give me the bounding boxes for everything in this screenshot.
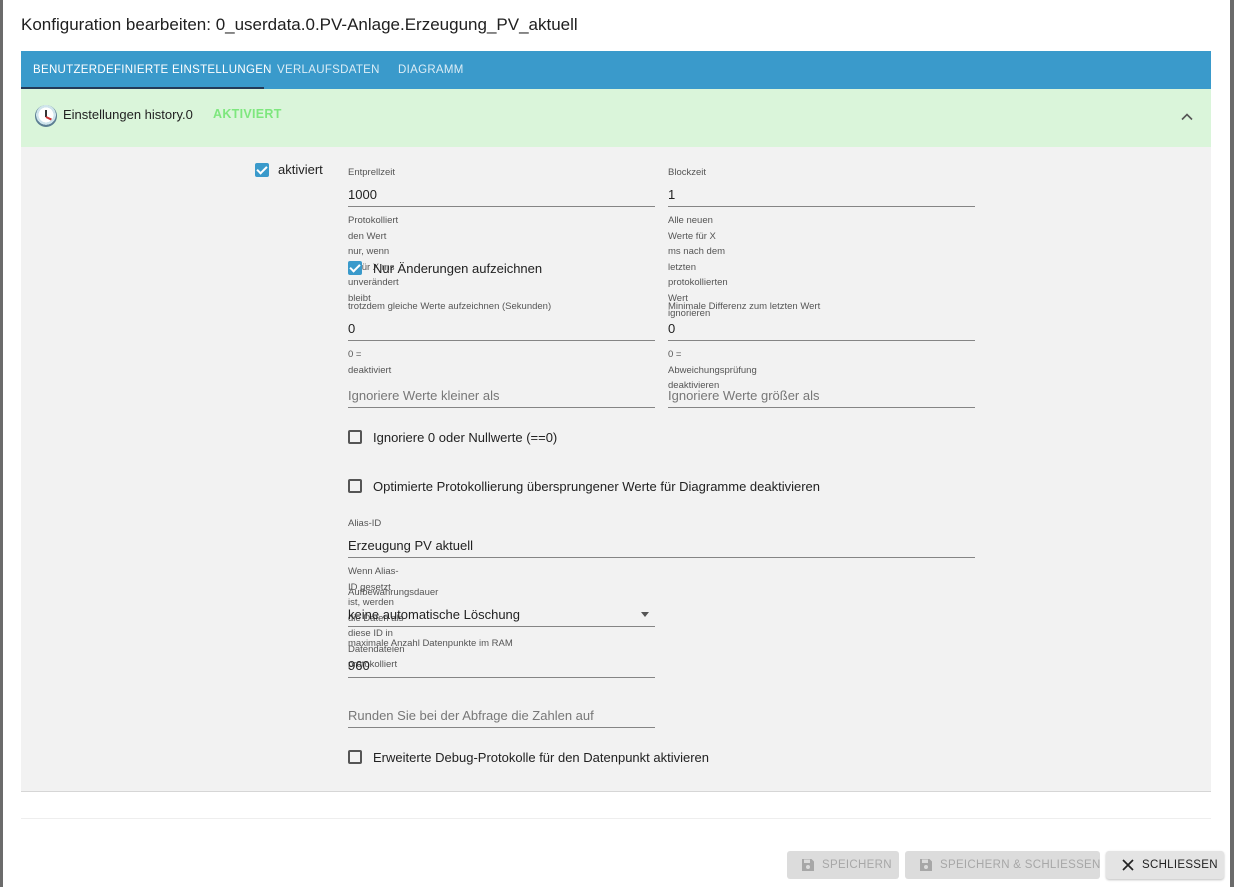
changes-relog-input[interactable]: 0 — [348, 321, 355, 336]
save-button-label: SPEICHERN — [822, 859, 892, 871]
round-input[interactable]: Runden Sie bei der Abfrage die Zahlen au… — [348, 708, 594, 723]
tab-bar: BENUTZERDEFINIERTE EINSTELLUNGEN VERLAUF… — [21, 51, 1211, 89]
history-icon — [35, 105, 57, 127]
close-button[interactable]: SCHLIESSEN — [1106, 851, 1224, 879]
ignore-below-underline — [348, 407, 655, 408]
footer-divider — [21, 818, 1211, 819]
retention-label: Aufbewahrungsdauer — [348, 587, 439, 598]
ignore-above-input[interactable]: Ignoriere Werte größer als — [668, 388, 820, 403]
max-length-underline — [348, 677, 655, 678]
save-close-button-label: SPEICHERN & SCHLIESSEN — [940, 859, 1101, 871]
debounce-label: Entprellzeit — [348, 167, 395, 178]
changes-relog-label: trotzdem gleiche Werte aufzeichnen (Seku… — [348, 301, 552, 312]
min-diff-help: 0 = Abweichungsprüfung deaktivieren — [668, 349, 757, 391]
enabled-label: aktiviert — [278, 162, 323, 177]
min-diff-underline — [668, 340, 975, 341]
panel-title: Einstellungen history.0 — [63, 107, 193, 122]
ignore-zero-checkbox[interactable] — [348, 430, 362, 444]
changes-only-label: Nur Änderungen aufzeichnen — [373, 261, 543, 276]
min-diff-input[interactable]: 0 — [668, 321, 675, 336]
close-icon — [1122, 859, 1134, 871]
config-dialog: Konfiguration bearbeiten: 0_userdata.0.P… — [3, 0, 1230, 887]
alias-id-label: Alias-ID — [348, 518, 382, 529]
debounce-underline — [348, 206, 655, 207]
min-diff-label: Minimale Differenz zum letzten Wert — [668, 301, 821, 312]
disable-skipped-checkbox[interactable] — [348, 479, 362, 493]
tab-history-data[interactable]: VERLAUFSDATEN — [265, 51, 392, 89]
disable-skipped-label: Optimierte Protokollierung übersprungene… — [373, 479, 821, 494]
debounce-input[interactable]: 1000 — [348, 187, 377, 202]
panel-header[interactable]: Einstellungen history.0 AKTIVIERT — [21, 89, 1211, 147]
retention-underline — [348, 626, 655, 627]
chevron-up-icon[interactable] — [1179, 109, 1195, 125]
blocktime-label: Blockzeit — [668, 167, 707, 178]
close-button-label: SCHLIESSEN — [1142, 859, 1218, 871]
status-badge: AKTIVIERT — [213, 107, 282, 121]
dropdown-arrow-icon[interactable] — [641, 612, 649, 617]
dialog-title: Konfiguration bearbeiten: 0_userdata.0.P… — [21, 15, 578, 34]
round-underline — [348, 727, 655, 728]
blocktime-underline — [668, 206, 975, 207]
background-edge-right — [1230, 0, 1234, 887]
tab-chart[interactable]: DIAGRAMM — [386, 51, 476, 89]
ignore-below-input[interactable]: Ignoriere Werte kleiner als — [348, 388, 500, 403]
changes-relog-underline — [348, 340, 655, 341]
debug-checkbox[interactable] — [348, 750, 362, 764]
blocktime-input[interactable]: 1 — [668, 187, 675, 202]
debounce-help: Protokolliert den Wert nur, wenn er für … — [348, 215, 399, 304]
ignore-above-underline — [668, 407, 975, 408]
settings-panel: Einstellungen history.0 AKTIVIERT aktivi… — [21, 89, 1211, 792]
alias-id-underline — [348, 557, 975, 558]
retention-select[interactable]: keine automatische Löschung — [348, 607, 520, 622]
save-close-button[interactable]: SPEICHERN & SCHLIESSEN — [905, 851, 1100, 879]
max-length-input[interactable]: 960 — [348, 658, 370, 673]
debug-label: Erweiterte Debug-Protokolle für den Date… — [373, 750, 710, 765]
ignore-zero-label: Ignoriere 0 oder Nullwerte (==0) — [373, 430, 558, 445]
save-icon — [802, 859, 814, 871]
tab-custom-settings[interactable]: BENUTZERDEFINIERTE EINSTELLUNGEN — [21, 51, 284, 89]
save-button[interactable]: SPEICHERN — [787, 851, 899, 879]
max-length-label: maximale Anzahl Datenpunkte im RAM — [348, 638, 513, 649]
changes-only-checkbox[interactable] — [348, 261, 362, 275]
changes-relog-help: 0 = deaktiviert — [348, 349, 392, 376]
save-icon — [920, 859, 932, 871]
alias-id-input[interactable]: Erzeugung PV aktuell — [348, 538, 473, 553]
enabled-checkbox[interactable] — [255, 163, 269, 177]
